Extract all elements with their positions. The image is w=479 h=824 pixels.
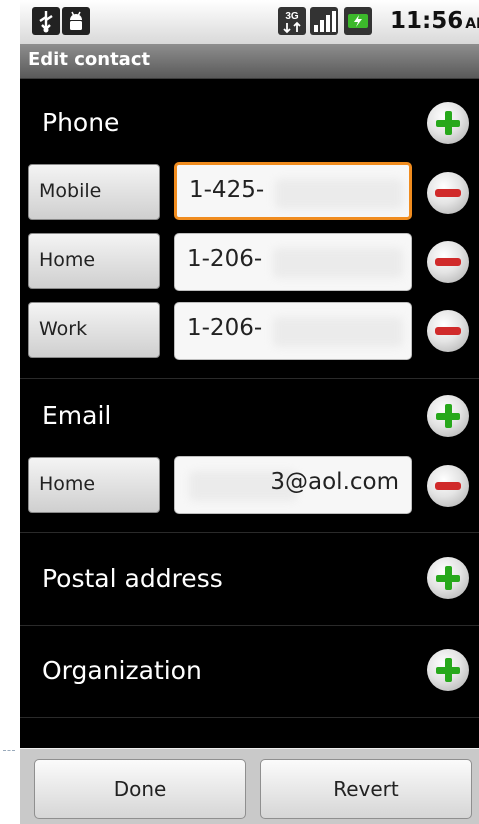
add-postal-address-button[interactable] <box>427 557 469 599</box>
clock: 11:56AM <box>390 8 479 34</box>
3g-data-icon: 3G <box>278 7 306 35</box>
bottom-button-bar: Done Revert <box>20 748 479 824</box>
title-bar: Edit contact <box>20 44 479 79</box>
redaction <box>273 317 403 347</box>
divider <box>20 625 479 626</box>
phone-field-work[interactable]: 1-206- <box>174 302 412 360</box>
clock-ampm: AM <box>465 16 479 32</box>
phone-type-label: Work <box>39 318 88 340</box>
postal-address-label: Postal address <box>42 564 223 593</box>
phone-value: 1-206- <box>187 246 263 272</box>
divider <box>20 378 479 379</box>
revert-button[interactable]: Revert <box>260 759 472 819</box>
email-field-home[interactable]: 3@aol.com <box>174 456 412 514</box>
phone-type-button-work[interactable]: Work <box>28 302 160 358</box>
usb-icon <box>32 7 60 35</box>
phone-type-label: Mobile <box>39 180 102 202</box>
status-bar: 3G 11:56AM <box>20 0 479 44</box>
remove-phone-home-button[interactable] <box>427 241 469 283</box>
battery-charging-icon <box>344 7 372 35</box>
redaction <box>275 179 403 209</box>
margin-marker <box>3 750 15 751</box>
remove-phone-work-button[interactable] <box>427 310 469 352</box>
phone-value: 1-206- <box>187 315 263 341</box>
email-value: 3@aol.com <box>270 469 399 495</box>
phone-type-button-mobile[interactable]: Mobile <box>28 164 160 220</box>
email-type-button-home[interactable]: Home <box>28 457 160 513</box>
phone-screen: 3G 11:56AM Edit contact Phone Mobile 1-4… <box>20 0 479 824</box>
page-title: Edit contact <box>28 49 151 70</box>
remove-email-home-button[interactable] <box>427 465 469 507</box>
phone-field-home[interactable]: 1-206- <box>174 233 412 291</box>
add-organization-button[interactable] <box>427 649 469 691</box>
phone-type-button-home[interactable]: Home <box>28 233 160 289</box>
organization-label: Organization <box>42 656 202 685</box>
android-debug-icon <box>62 7 90 35</box>
add-phone-button[interactable] <box>427 102 469 144</box>
divider <box>20 717 479 718</box>
clock-time: 11:56 <box>390 8 464 34</box>
redaction <box>273 248 403 278</box>
done-button[interactable]: Done <box>34 759 246 819</box>
phone-section-label: Phone <box>42 108 120 137</box>
phone-value: 1-425- <box>189 177 265 203</box>
phone-type-label: Home <box>39 249 96 271</box>
email-type-label: Home <box>39 473 96 495</box>
svg-text:3G: 3G <box>285 11 299 22</box>
email-section-label: Email <box>42 401 112 430</box>
add-email-button[interactable] <box>427 395 469 437</box>
phone-field-mobile[interactable]: 1-425- <box>174 162 412 220</box>
remove-phone-mobile-button[interactable] <box>427 172 469 214</box>
divider <box>20 532 479 533</box>
signal-icon <box>310 7 338 35</box>
